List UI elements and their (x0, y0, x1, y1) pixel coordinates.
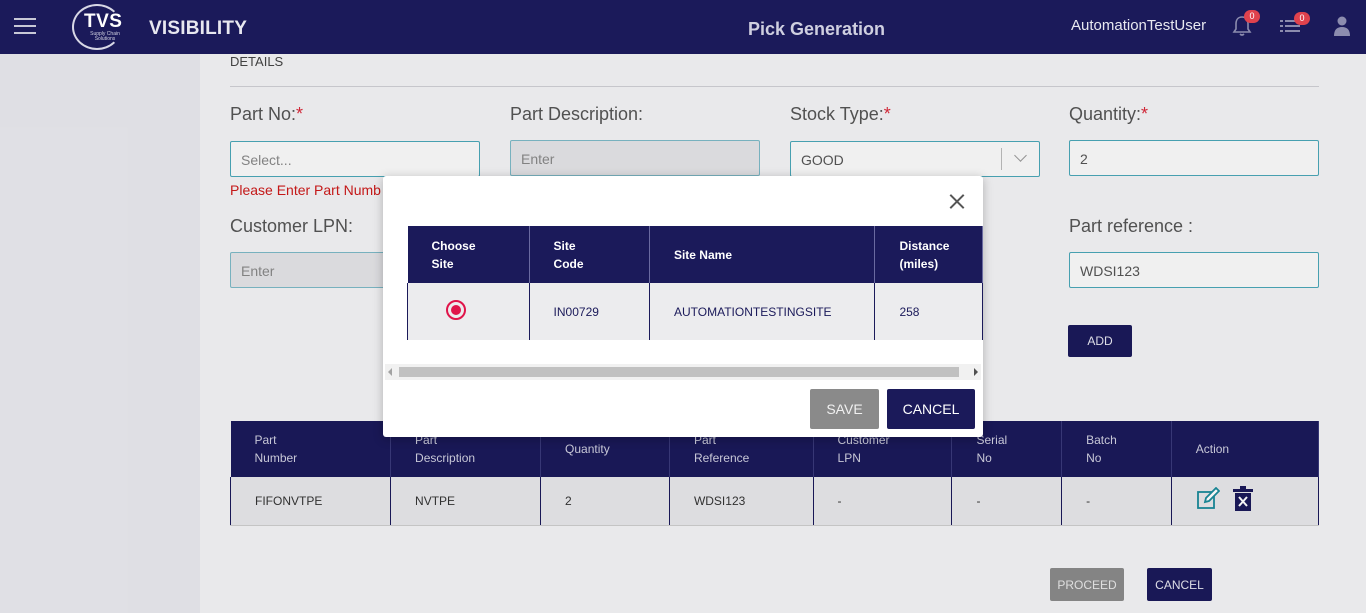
task-badge: 0 (1294, 12, 1310, 25)
site-row[interactable]: IN00729 AUTOMATIONTESTINGSITE 258 (407, 283, 983, 340)
col-site-code: Site Code (529, 226, 650, 283)
scroll-thumb[interactable] (399, 367, 959, 377)
logo-text: TVS (84, 11, 123, 32)
cancel-button[interactable]: CANCEL (887, 389, 975, 429)
site-table-header-row: Choose Site Site Code Site Name Distance (m… (407, 226, 983, 283)
notification-bell-icon[interactable]: 0 (1232, 10, 1260, 37)
notification-badge: 0 (1244, 10, 1260, 23)
task-list-icon[interactable]: 0 (1280, 12, 1310, 35)
company-logo: TVS Supply Chain Solutions (72, 4, 128, 50)
close-icon[interactable] (949, 193, 965, 209)
logo-subtitle: Supply Chain Solutions (90, 31, 120, 42)
cell-distance: 258 (874, 283, 983, 340)
horizontal-scrollbar[interactable] (385, 364, 981, 380)
site-radio-selected[interactable] (446, 300, 466, 320)
site-table: Choose Site Site Code Site Name Distance (m… (407, 226, 983, 340)
app-name: VISIBILITY (149, 18, 248, 39)
col-choose-site: Choose Site (407, 226, 530, 283)
cell-site-name: AUTOMATIONTESTINGSITE (649, 283, 876, 340)
top-bar: TVS Supply Chain Solutions VISIBILITY Pi… (0, 0, 1366, 54)
scroll-left-arrow-icon[interactable] (388, 368, 392, 376)
username[interactable]: AutomationTestUser (1071, 17, 1206, 34)
cell-choose-site (407, 283, 530, 340)
user-avatar-icon[interactable] (1334, 16, 1350, 36)
col-distance: Distance (miles) (874, 226, 983, 283)
menu-icon[interactable] (14, 18, 36, 35)
page-title: Pick Generation (748, 19, 886, 39)
cell-site-code: IN00729 (529, 283, 650, 340)
save-button[interactable]: SAVE (810, 389, 879, 429)
site-table-container: Choose Site Site Code Site Name Distance (m… (407, 226, 983, 340)
scroll-right-arrow-icon[interactable] (974, 368, 978, 376)
col-site-name: Site Name (649, 226, 876, 283)
choose-site-modal: Choose Site Site Code Site Name Distance (m… (383, 176, 983, 437)
